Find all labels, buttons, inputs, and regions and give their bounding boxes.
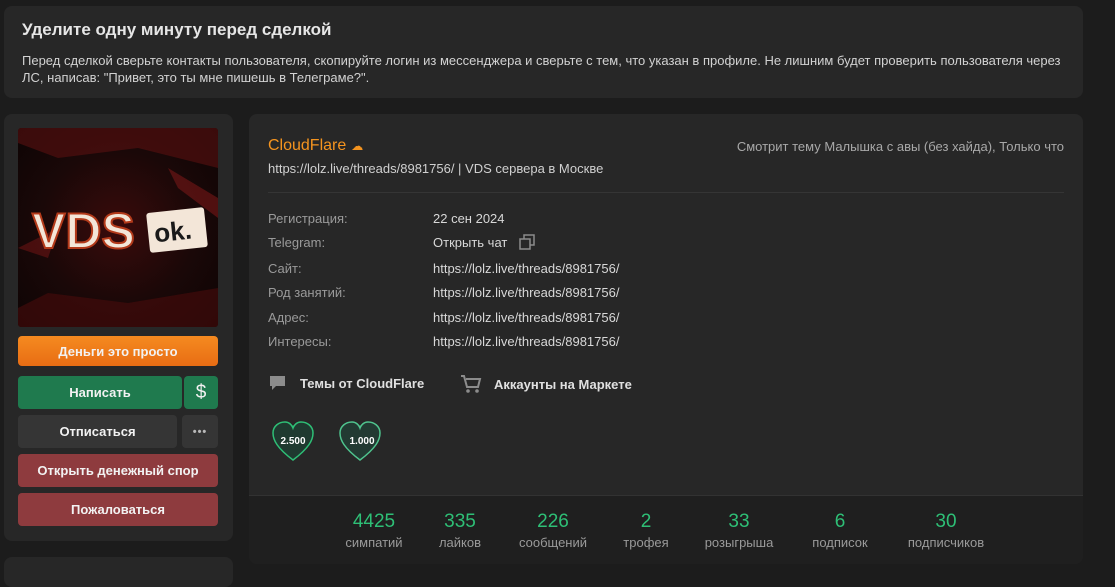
award-heart-badge[interactable]: 1.000 [338, 420, 382, 464]
username[interactable]: CloudFlare ☁ [268, 137, 363, 155]
username-text: CloudFlare [268, 137, 347, 154]
info-label: Сайт: [268, 261, 302, 276]
info-row-address: Адрес: https://lolz.live/threads/8981756… [268, 310, 619, 325]
stat-label: подписок [812, 535, 868, 550]
info-row-interests: Интересы: https://lolz.live/threads/8981… [268, 334, 619, 349]
info-row-occupation: Род занятий: https://lolz.live/threads/8… [268, 285, 619, 300]
more-options-icon[interactable]: ••• [182, 415, 218, 448]
info-label: Род занятий: [268, 285, 346, 300]
stat-trophies[interactable]: 2 трофея [616, 511, 676, 551]
notice-text: Перед сделкой сверьте контакты пользоват… [22, 53, 1061, 85]
cloud-icon: ☁ [351, 139, 364, 153]
interests-link[interactable]: https://lolz.live/threads/8981756/ [433, 334, 619, 349]
unfollow-button[interactable]: Отписаться [18, 415, 177, 448]
divider [268, 192, 1064, 193]
cart-icon [461, 375, 482, 393]
user-activity: Смотрит тему Малышка с авы (без хайда), … [736, 139, 1064, 154]
stat-value: 226 [537, 511, 569, 532]
stat-value: 2 [640, 511, 652, 532]
stat-messages[interactable]: 226 сообщений [513, 511, 593, 551]
stat-label: розыгрыша [704, 535, 774, 550]
award-heart-badge[interactable]: 2.500 [271, 420, 315, 464]
heart-badge-icon: 1.000 [339, 421, 381, 461]
stat-likes[interactable]: 335 лайков [430, 511, 490, 551]
profile-sidebar: VDS ok. Деньги это просто Написать $ Отп… [4, 114, 233, 541]
market-accounts-label: Аккаунты на Маркете [494, 376, 632, 392]
deal-warning-notice: Уделите одну минуту перед сделкой Перед … [4, 6, 1083, 98]
stat-sympathies[interactable]: 4425 симпатий [339, 511, 409, 551]
stat-label: подписчиков [907, 535, 985, 550]
info-label: Регистрация: [268, 211, 348, 226]
telegram-link-text: Открыть чат [433, 234, 508, 250]
avatar[interactable]: VDS ok. [18, 128, 218, 327]
avatar-text: VDS [32, 203, 135, 259]
dollar-icon[interactable]: $ [184, 376, 218, 409]
stats-bar: 4425 симпатий 335 лайков 226 сообщений 2… [249, 495, 1083, 564]
heart-badge-icon: 2.500 [272, 421, 314, 461]
info-row-telegram: Telegram: Открыть чат [268, 234, 536, 250]
user-threads-link[interactable]: Темы от CloudFlare [268, 374, 424, 392]
avatar-image: VDS ok. [18, 128, 218, 327]
stat-value: 33 [728, 511, 750, 532]
info-label: Адрес: [268, 310, 309, 325]
award-value: 1.000 [349, 436, 374, 447]
profile-main: CloudFlare ☁ https://lolz.live/threads/8… [249, 114, 1083, 564]
user-threads-label: Темы от CloudFlare [300, 375, 425, 391]
stat-value: 4425 [352, 511, 396, 532]
notice-title: Уделите одну минуту перед сделкой [22, 20, 332, 39]
chat-bubble-icon [270, 376, 285, 390]
info-row-site: Сайт: https://lolz.live/threads/8981756/ [268, 261, 619, 276]
site-link[interactable]: https://lolz.live/threads/8981756/ [433, 261, 619, 276]
promo-banner-button[interactable]: Деньги это просто [18, 336, 218, 366]
stat-label: сообщений [518, 535, 588, 550]
info-value: 22 сен 2024 [433, 211, 505, 226]
user-status: https://lolz.live/threads/8981756/ | VDS… [268, 161, 604, 176]
stat-label: симпатий [345, 535, 403, 550]
more-dots: ••• [192, 425, 208, 438]
stat-label: лайков [438, 535, 482, 550]
award-value: 2.500 [280, 436, 305, 447]
stat-subscriptions[interactable]: 6 подписок [805, 511, 875, 551]
stat-value: 30 [935, 511, 957, 532]
open-dispute-button[interactable]: Открыть денежный спор [18, 454, 218, 487]
info-row-registration: Регистрация: 22 сен 2024 [268, 211, 505, 226]
stat-followers[interactable]: 30 подписчиков [896, 511, 996, 551]
info-label: Telegram: [268, 234, 326, 250]
market-accounts-link[interactable]: Аккаунты на Маркете [460, 374, 632, 394]
telegram-open-chat-link[interactable]: Открыть чат [433, 234, 536, 250]
address-link[interactable]: https://lolz.live/threads/8981756/ [433, 310, 619, 325]
stat-label: трофея [623, 535, 669, 550]
stat-value: 6 [834, 511, 846, 532]
copy-icon[interactable] [519, 234, 536, 250]
sidebar-secondary-block [4, 557, 233, 587]
stat-giveaways[interactable]: 33 розыгрыша [694, 511, 784, 551]
report-button[interactable]: Пожаловаться [18, 493, 218, 526]
occupation-link[interactable]: https://lolz.live/threads/8981756/ [433, 285, 619, 300]
avatar-badge: ok. [153, 215, 194, 249]
write-message-button[interactable]: Написать [18, 376, 182, 409]
info-label: Интересы: [268, 334, 332, 349]
stat-value: 335 [444, 511, 476, 532]
